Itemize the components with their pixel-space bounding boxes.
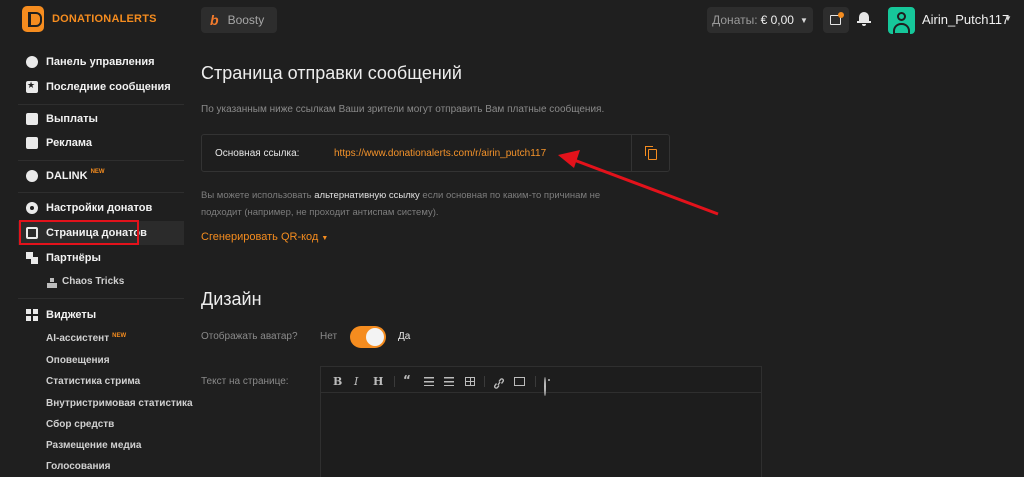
partners-icon bbox=[26, 252, 38, 264]
sidebar-subitem-stream-stats[interactable]: Статистика стрима bbox=[46, 376, 140, 387]
sidebar-subitem-in-stream-stats[interactable]: Внутристримовая статистика bbox=[46, 398, 193, 409]
avatar[interactable] bbox=[888, 7, 915, 34]
sidebar-item-payouts[interactable]: Выплаты bbox=[18, 107, 184, 131]
sidebar-divider bbox=[18, 160, 184, 161]
design-title: Дизайн bbox=[201, 289, 262, 309]
boosty-icon: b bbox=[210, 12, 219, 28]
sidebar-divider bbox=[18, 298, 184, 299]
boosty-button[interactable]: b Boosty bbox=[201, 7, 277, 33]
link-divider bbox=[631, 135, 632, 171]
quote-icon[interactable]: “ bbox=[403, 373, 411, 387]
bell-icon[interactable] bbox=[857, 11, 871, 27]
new-badge: NEW bbox=[112, 333, 127, 339]
highlight-annotation bbox=[19, 220, 139, 245]
editor-toolbar-divider bbox=[320, 392, 762, 393]
sidebar-subitem-media[interactable]: Размещение медиа bbox=[46, 440, 141, 451]
donates-value: € 0,00 bbox=[760, 13, 794, 27]
chaos-tricks-icon bbox=[47, 275, 57, 288]
sidebar-item-label: Виджеты bbox=[46, 309, 97, 321]
user-icon bbox=[897, 12, 906, 21]
new-badge: NEW bbox=[90, 169, 105, 175]
page-title: Страница отправки сообщений bbox=[201, 63, 462, 83]
toolbar-divider bbox=[484, 376, 485, 387]
sidebar-divider bbox=[18, 104, 184, 105]
toolbar-divider bbox=[535, 376, 536, 387]
top-bar: DONATIONALERTS b Boosty Донаты: € 0,00 ▼… bbox=[0, 0, 1024, 40]
sidebar-item-dashboard[interactable]: Панель управления bbox=[18, 50, 184, 74]
username[interactable]: Airin_Putch117 bbox=[922, 12, 1009, 27]
show-avatar-toggle[interactable] bbox=[350, 326, 386, 348]
chevron-down-icon[interactable]: ▼ bbox=[1004, 14, 1012, 23]
sidebar-item-label: Партнёры bbox=[46, 252, 101, 264]
sidebar-subitem-fundraising[interactable]: Сбор средств bbox=[46, 419, 114, 430]
donates-label: Донаты: bbox=[712, 13, 758, 27]
main-link-url[interactable]: https://www.donationalerts.com/r/airin_p… bbox=[334, 148, 546, 159]
sidebar-item-label: Последние сообщения bbox=[46, 81, 171, 93]
notification-dot bbox=[838, 12, 844, 18]
italic-button[interactable]: I bbox=[354, 375, 358, 388]
image-icon[interactable] bbox=[514, 377, 525, 386]
alt-text-before: Вы можете использовать bbox=[201, 190, 315, 201]
table-icon[interactable] bbox=[465, 377, 475, 386]
sidebar-subitem-polls[interactable]: Голосования bbox=[46, 461, 111, 472]
star-icon bbox=[26, 80, 38, 93]
toolbar-divider bbox=[394, 376, 395, 387]
news-button[interactable] bbox=[823, 7, 849, 33]
page-text-label: Текст на странице: bbox=[201, 376, 289, 387]
toggle-on-label: Да bbox=[398, 331, 411, 342]
sidebar-item-label: DALINK bbox=[46, 170, 88, 182]
sidebar-subitem-chaos-tricks[interactable]: Chaos Tricks bbox=[62, 276, 124, 287]
preview-eye-icon[interactable] bbox=[544, 377, 546, 396]
show-avatar-label: Отображать аватар? bbox=[201, 331, 298, 342]
generate-qr-button[interactable]: Сгенерировать QR-код ▼ bbox=[201, 231, 328, 243]
widgets-icon bbox=[26, 309, 38, 321]
page-text-editor[interactable] bbox=[320, 366, 762, 477]
copy-icon[interactable] bbox=[645, 146, 659, 160]
briefcase-icon bbox=[26, 137, 38, 149]
alternative-link-text: Вы можете использовать альтернативную сс… bbox=[201, 187, 621, 221]
bullet-list-icon[interactable] bbox=[424, 377, 434, 386]
heading-button[interactable]: H bbox=[373, 375, 383, 388]
sidebar-item-label: Панель управления bbox=[46, 56, 155, 68]
boosty-label: Boosty bbox=[227, 13, 265, 27]
donationalerts-logo-icon bbox=[22, 6, 44, 32]
sidebar-item-partners[interactable]: Партнёры bbox=[18, 246, 184, 270]
qr-label: Сгенерировать QR-код bbox=[201, 231, 319, 243]
sidebar-subitem-ai-assistant[interactable]: AI-ассистент NEW bbox=[46, 333, 126, 344]
sidebar-subitem-alerts[interactable]: Оповещения bbox=[46, 355, 110, 366]
sidebar-item-label: Реклама bbox=[46, 137, 93, 149]
gear-icon bbox=[26, 202, 38, 214]
sidebar-item-widgets[interactable]: Виджеты bbox=[18, 303, 184, 327]
bold-button[interactable]: B bbox=[333, 375, 342, 388]
link-icon[interactable] bbox=[493, 376, 505, 394]
numbered-list-icon[interactable] bbox=[444, 377, 454, 386]
sidebar-item-label: Настройки донатов bbox=[46, 202, 153, 214]
chevron-down-icon: ▼ bbox=[799, 15, 808, 25]
sidebar-item-dalink[interactable]: DALINK NEW bbox=[18, 164, 184, 188]
logo-text: DONATIONALERTS bbox=[52, 13, 157, 25]
toggle-off-label: Нет bbox=[320, 331, 338, 342]
sidebar-divider bbox=[18, 192, 184, 193]
toggle-knob bbox=[366, 328, 384, 346]
sidebar-item-label: Выплаты bbox=[46, 113, 98, 125]
wallet-icon bbox=[26, 113, 38, 125]
sidebar-item-donate-settings[interactable]: Настройки донатов bbox=[18, 196, 184, 220]
dashboard-icon bbox=[26, 56, 38, 68]
sidebar-item-last-messages[interactable]: Последние сообщения bbox=[18, 75, 184, 99]
donates-dropdown[interactable]: Донаты: € 0,00 ▼ bbox=[707, 7, 813, 33]
alternative-link[interactable]: альтернативную ссылку bbox=[314, 190, 420, 201]
dalink-icon bbox=[26, 170, 38, 182]
sidebar-item-ads[interactable]: Реклама bbox=[18, 131, 184, 155]
page-subtitle: По указанным ниже ссылкам Ваши зрители м… bbox=[201, 104, 605, 115]
sidebar-subitem-label: AI-ассистент bbox=[46, 333, 110, 344]
chevron-down-icon: ▼ bbox=[321, 235, 329, 242]
main-link-label: Основная ссылка: bbox=[215, 148, 300, 159]
logo[interactable]: DONATIONALERTS bbox=[22, 6, 157, 32]
